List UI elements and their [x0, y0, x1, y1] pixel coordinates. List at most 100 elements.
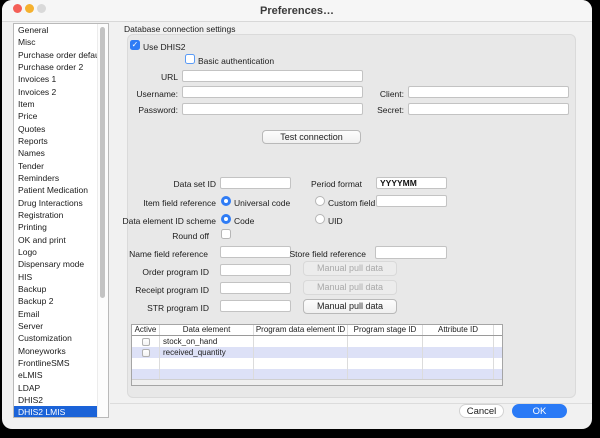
store-field-reference-label: Store field reference — [266, 249, 366, 259]
table-cell-program-data-element-id — [254, 347, 348, 358]
table-header-row: ActiveData elementProgram data element I… — [132, 325, 502, 336]
preferences-window: Preferences… GeneralMiscPurchase order d… — [2, 0, 592, 429]
password-input[interactable] — [182, 103, 363, 115]
uid-radio[interactable] — [315, 214, 325, 224]
sidebar-item-ok-and-print[interactable]: OK and print — [14, 234, 98, 246]
custom-field-input[interactable] — [376, 195, 447, 207]
sidebar-item-elmis[interactable]: eLMIS — [14, 369, 98, 381]
url-input[interactable] — [182, 70, 363, 82]
table-cell-active — [132, 336, 160, 347]
name-field-reference-label: Name field reference — [108, 249, 208, 259]
window-title: Preferences… — [2, 5, 592, 17]
row-active-checkbox[interactable] — [142, 338, 150, 346]
sidebar-item-frontlinesms[interactable]: FrontlineSMS — [14, 357, 98, 369]
client-input[interactable] — [408, 86, 569, 98]
sidebar-item-email[interactable]: Email — [14, 308, 98, 320]
sidebar-item-logo[interactable]: Logo — [14, 246, 98, 258]
sidebar-item-purchase-order-defaults[interactable]: Purchase order defaults — [14, 49, 98, 61]
sidebar-item-price[interactable]: Price — [14, 110, 98, 122]
sidebar-scrollbar-thumb[interactable] — [100, 27, 105, 298]
sidebar-item-dhis2-lmis[interactable]: DHIS2 LMIS — [14, 406, 98, 418]
table-cell-filler — [494, 336, 502, 347]
client-label: Client: — [354, 89, 404, 99]
table-body: stock_on_handreceived_quantity — [132, 336, 502, 380]
universal-code-radio[interactable] — [221, 196, 231, 206]
table-header-cell: Attribute ID — [423, 325, 494, 335]
period-format-input[interactable] — [376, 177, 447, 189]
data-set-id-label: Data set ID — [146, 179, 216, 189]
sidebar-item-customization[interactable]: Customization — [14, 332, 98, 344]
sidebar-item-dhis2[interactable]: DHIS2 — [14, 394, 98, 406]
receipt-manual-pull-data-button: Manual pull data — [303, 280, 397, 295]
round-off-checkbox[interactable] — [221, 229, 231, 239]
period-format-label: Period format — [292, 179, 362, 189]
sidebar-item-ldap[interactable]: LDAP — [14, 382, 98, 394]
table-cell-active — [132, 358, 160, 369]
sidebar-item-item[interactable]: Item — [14, 98, 98, 110]
password-label: Password: — [118, 105, 178, 115]
cancel-button[interactable]: Cancel — [459, 404, 504, 418]
table-header-filler — [494, 325, 502, 335]
secret-input[interactable] — [408, 103, 569, 115]
custom-field-label: Custom field — [328, 198, 375, 208]
sidebar-item-backup-2[interactable]: Backup 2 — [14, 295, 98, 307]
receipt-program-id-label: Receipt program ID — [109, 285, 209, 295]
custom-field-radio[interactable] — [315, 196, 325, 206]
table-cell-data-element — [160, 358, 254, 369]
sidebar-item-general[interactable]: General — [14, 24, 98, 36]
section-title: Database connection settings — [124, 24, 236, 34]
sidebar-item-misc[interactable]: Misc — [14, 36, 98, 48]
screen: { "window": { "title": "Preferences…" },… — [0, 0, 600, 438]
order-program-id-label: Order program ID — [109, 267, 209, 277]
sidebar-item-his[interactable]: HIS — [14, 271, 98, 283]
sidebar-item-backup[interactable]: Backup — [14, 283, 98, 295]
sidebar-item-printing[interactable]: Printing — [14, 221, 98, 233]
uid-label: UID — [328, 216, 343, 226]
sidebar-item-server[interactable]: Server — [14, 320, 98, 332]
sidebar-item-drug-interactions[interactable]: Drug Interactions — [14, 197, 98, 209]
basic-auth-checkbox[interactable] — [185, 54, 195, 64]
sidebar-item-invoices-1[interactable]: Invoices 1 — [14, 73, 98, 85]
sidebar-item-registration[interactable]: Registration — [14, 209, 98, 221]
test-connection-button[interactable]: Test connection — [262, 130, 361, 144]
username-input[interactable] — [182, 86, 363, 98]
sidebar-item-dispensary-mode[interactable]: Dispensary mode — [14, 258, 98, 270]
data-set-id-input[interactable] — [220, 177, 291, 189]
secret-label: Secret: — [354, 105, 404, 115]
url-label: URL — [128, 72, 178, 82]
table-header-cell: Program stage ID — [348, 325, 423, 335]
table-cell-program-stage-id — [348, 358, 423, 369]
ok-button[interactable]: OK — [512, 404, 567, 418]
sidebar-item-moneyworks[interactable]: Moneyworks — [14, 345, 98, 357]
receipt-program-id-input[interactable] — [220, 282, 291, 294]
sidebar-item-reminders[interactable]: Reminders — [14, 172, 98, 184]
use-dhis2-checkbox[interactable]: ✓ — [130, 40, 140, 50]
table-cell-program-data-element-id — [254, 358, 348, 369]
table-row[interactable]: stock_on_hand — [132, 336, 502, 347]
table-header-cell: Data element — [160, 325, 254, 335]
item-field-reference-label: Item field reference — [116, 198, 216, 208]
sidebar-list: GeneralMiscPurchase order defaultsPurcha… — [14, 24, 108, 418]
store-field-reference-input[interactable] — [375, 246, 447, 259]
sidebar-item-reports[interactable]: Reports — [14, 135, 98, 147]
round-off-label: Round off — [139, 231, 209, 241]
table-cell-data-element: received_quantity — [160, 347, 254, 358]
sidebar-item-quotes[interactable]: Quotes — [14, 123, 98, 135]
table-horizontal-scrollbar[interactable] — [132, 379, 502, 385]
sidebar-item-invoices-2[interactable]: Invoices 2 — [14, 86, 98, 98]
code-radio[interactable] — [221, 214, 231, 224]
sidebar-item-purchase-order-2[interactable]: Purchase order 2 — [14, 61, 98, 73]
sidebar-item-patient-medication[interactable]: Patient Medication — [14, 184, 98, 196]
title-bar[interactable]: Preferences… — [2, 0, 592, 22]
use-dhis2-label: Use DHIS2 — [143, 42, 186, 52]
table-row[interactable]: received_quantity — [132, 347, 502, 358]
sidebar-item-names[interactable]: Names — [14, 147, 98, 159]
check-icon: ✓ — [132, 40, 139, 49]
str-program-id-input[interactable] — [220, 300, 291, 312]
table-row[interactable] — [132, 358, 502, 369]
str-manual-pull-data-button[interactable]: Manual pull data — [303, 299, 397, 314]
order-program-id-input[interactable] — [220, 264, 291, 276]
sidebar-item-tender[interactable]: Tender — [14, 160, 98, 172]
table-cell-filler — [494, 347, 502, 358]
row-active-checkbox[interactable] — [142, 349, 150, 357]
